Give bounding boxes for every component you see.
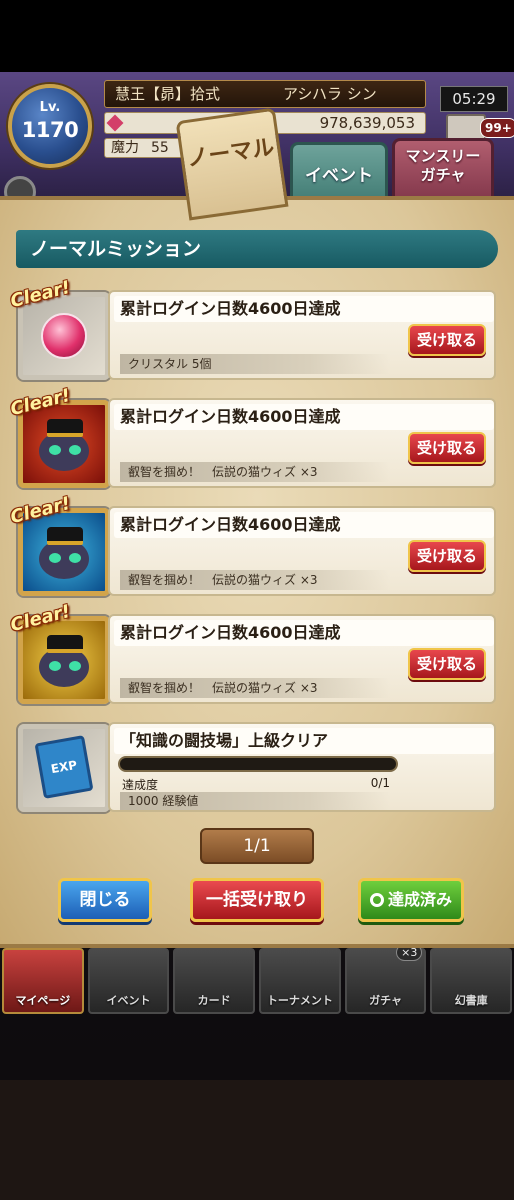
mail-count-badge: 99+ <box>480 118 514 138</box>
mission-item: Clear! 累計ログイン日数4600日達成 受け取る 叡智を掴め！ 伝説の猫ウ… <box>8 385 498 492</box>
mission-title: 累計ログイン日数4600日達成 <box>114 404 494 430</box>
mission-card: 累計ログイン日数4600日達成 受け取る 叡智を掴め！ 伝説の猫ウィズ ×3 <box>108 398 496 488</box>
level-badge: Lv. 1170 <box>8 84 92 168</box>
progress-bar <box>118 756 398 772</box>
player-name: アシハラ シン <box>283 85 377 103</box>
completed-label: 達成済み <box>387 890 452 909</box>
wiz-cat-red-icon <box>35 419 93 473</box>
crystal-gem-icon <box>41 313 87 359</box>
tab-normal[interactable]: ノーマル <box>175 107 289 221</box>
mission-item: Clear! 累計ログイン日数4600日達成 受け取る 叡智を掴め！ 伝説の猫ウ… <box>8 601 498 708</box>
nav-mypage[interactable]: マイページ <box>2 948 84 1014</box>
refresh-icon <box>369 893 384 907</box>
mission-item: Clear! 累計ログイン日数4600日達成 受け取る 叡智を掴め！ 伝説の猫ウ… <box>8 493 498 600</box>
mission-title: 累計ログイン日数4600日達成 <box>114 620 494 646</box>
player-title-bar: 慧王【昴】拾式 アシハラ シン <box>104 80 426 108</box>
game-clock: 05:29 <box>440 86 508 112</box>
nav-label: トーナメント <box>266 994 333 1007</box>
reward-text: 1000 経験値 <box>120 792 390 810</box>
level-label: Lv. <box>39 100 61 115</box>
mp-counter: 魔力 55 <box>104 138 188 158</box>
mission-title: 「知識の闘技場」上級クリア <box>114 728 494 754</box>
nav-tournament[interactable]: トーナメント <box>259 948 341 1014</box>
mission-card: 累計ログイン日数4600日達成 受け取る 叡智を掴め！ 伝説の猫ウィズ ×3 <box>108 614 496 704</box>
wiz-cat-gold-icon <box>35 635 93 689</box>
nav-label: 幻書庫 <box>454 994 488 1007</box>
mp-value: 55 <box>151 140 169 156</box>
level-value: 1170 <box>21 118 79 142</box>
crystal-icon <box>106 114 124 132</box>
progress-count: 0/1 <box>370 776 390 790</box>
claim-button[interactable]: 受け取る <box>408 324 486 356</box>
nav-card[interactable]: カード <box>173 948 256 1014</box>
nav-label: マイページ <box>15 994 71 1007</box>
mission-panel: ノーマルミッション Clear! 累計ログイン日数4600日達成 受け取る クリ… <box>0 196 514 948</box>
progress-label: 達成度 <box>122 778 159 792</box>
bottom-nav: マイページ イベント カード トーナメント ×3 ガチャ 幻書庫 <box>0 944 514 1014</box>
nav-label: イベント <box>106 994 151 1007</box>
close-button[interactable]: 閉じる <box>58 878 152 922</box>
completed-button[interactable]: 達成済み <box>358 878 464 922</box>
nav-gacha[interactable]: ×3 ガチャ <box>344 944 427 1014</box>
mission-item: EXP 「知識の闘技場」上級クリア 達成度 0/1 1000 経験値 <box>8 720 498 816</box>
nav-label: ガチャ <box>369 994 402 1007</box>
nav-library[interactable]: 幻書庫 <box>430 948 513 1014</box>
nav-event[interactable]: イベント <box>87 948 170 1014</box>
player-title: 慧王【昴】拾式 <box>115 85 221 103</box>
mission-card: 「知識の闘技場」上級クリア 達成度 0/1 1000 経験値 <box>108 722 496 812</box>
mp-label: 魔力 <box>111 140 139 156</box>
claim-button[interactable]: 受け取る <box>408 648 486 680</box>
bottom-area <box>0 1080 514 1200</box>
claim-button[interactable]: 受け取る <box>408 432 486 464</box>
mission-card: 累計ログイン日数4600日達成 受け取る クリスタル 5個 <box>108 290 496 380</box>
claim-button[interactable]: 受け取る <box>408 540 486 572</box>
mission-title: 累計ログイン日数4600日達成 <box>114 512 494 538</box>
exp-book-icon: EXP <box>34 735 94 799</box>
section-title: ノーマルミッション <box>16 230 498 268</box>
nav-label: カード <box>197 994 231 1007</box>
reward-text: 叡智を掴め！ 伝説の猫ウィズ ×3 <box>120 462 390 482</box>
reward-text: クリスタル 5個 <box>120 354 390 374</box>
page-indicator[interactable]: 1/1 <box>200 828 314 864</box>
reward-text: 叡智を掴め！ 伝説の猫ウィズ ×3 <box>120 570 390 590</box>
mission-title: 累計ログイン日数4600日達成 <box>114 296 494 322</box>
status-bar-area <box>0 0 514 72</box>
reward-icon-frame: EXP <box>18 724 110 812</box>
reward-text: 叡智を掴め！ 伝説の猫ウィズ ×3 <box>120 678 390 698</box>
claim-all-button[interactable]: 一括受け取り <box>190 878 324 922</box>
crystal-value: 978,639,053 <box>319 114 415 132</box>
wiz-cat-blue-icon <box>35 527 93 581</box>
mission-item: Clear! 累計ログイン日数4600日達成 受け取る クリスタル 5個 <box>8 277 498 384</box>
mission-card: 累計ログイン日数4600日達成 受け取る 叡智を掴め！ 伝説の猫ウィズ ×3 <box>108 506 496 596</box>
